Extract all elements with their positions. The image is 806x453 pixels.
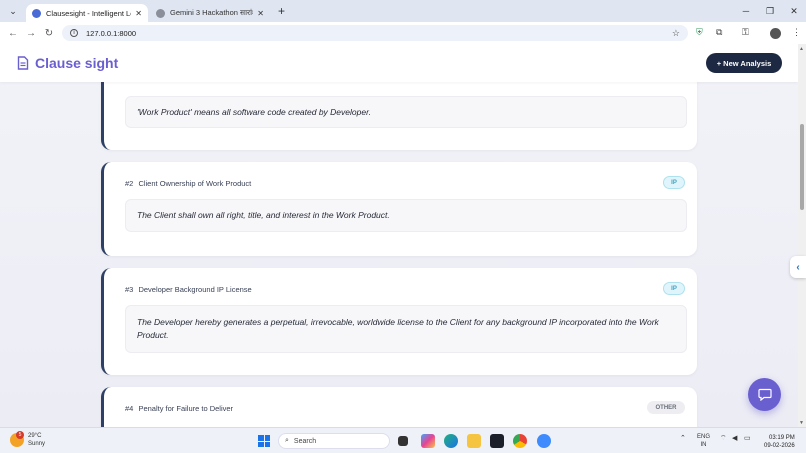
tab-gemini[interactable]: Gemini 3 Hackathon सारांश ✕ <box>150 4 270 22</box>
taskbar-search[interactable]: ⌕ Search <box>278 433 390 449</box>
extensions-icon[interactable]: ⧉ <box>716 27 722 38</box>
tab-clausesight[interactable]: Clausesight - Intelligent Legal ✕ <box>26 4 148 22</box>
minimize-icon[interactable]: ─ <box>734 0 758 22</box>
browser-tab-bar: ⌄ Clausesight - Intelligent Legal ✕ Gemi… <box>0 0 806 22</box>
clause-title: Penalty for Failure to Deliver <box>138 404 234 413</box>
back-icon[interactable]: ← <box>4 28 22 39</box>
category-badge: IP <box>663 176 685 189</box>
tab-title: Clausesight - Intelligent Legal <box>46 8 131 18</box>
menu-dots-icon[interactable]: ⋮ <box>792 27 801 38</box>
clause-card: #2 Client Ownership of Work Product IP T… <box>101 162 697 256</box>
time: 03:19 PM <box>769 435 795 441</box>
clause-card: #3 Developer Background IP License IP Th… <box>101 268 697 375</box>
tab-title: Gemini 3 Hackathon सारांश <box>170 8 254 17</box>
forward-icon[interactable]: → <box>22 28 40 39</box>
wifi-icon[interactable]: ⌔ <box>720 434 727 443</box>
profile-avatar-icon[interactable] <box>770 28 781 39</box>
chat-button[interactable] <box>748 378 781 411</box>
weather-alert-count: 5 <box>16 431 24 439</box>
globe-icon <box>32 8 41 18</box>
windows-start-icon[interactable] <box>258 435 270 447</box>
chrome-icon[interactable] <box>513 434 527 448</box>
clause-quote: 'Work Product' means all software code c… <box>137 106 371 117</box>
weather-condition: Sunny <box>28 441 46 447</box>
close-tab-icon[interactable]: ✕ <box>135 9 142 18</box>
document-icon <box>17 56 29 70</box>
close-tab-icon[interactable]: ✕ <box>257 9 264 18</box>
clause-header: #2 Client Ownership of Work Product <box>125 179 251 188</box>
clause-quote: The Client shall own all right, title, a… <box>137 210 390 220</box>
windows-taskbar: 5 29°C Sunny ⌕ Search ⌃ ENG IN ⌔ ◀ ▭ 03:… <box>0 427 806 453</box>
window-controls: ─ ❐ ✕ <box>734 0 806 22</box>
search-icon: ⌕ <box>285 437 289 444</box>
page-content: ▔▔▔▔▔▔▔▔▔▔▔▔▔▔▔ 'Work Product' means all… <box>0 44 798 427</box>
clause-title: Client Ownership of Work Product <box>138 179 252 188</box>
copilot-icon[interactable] <box>421 434 435 448</box>
close-window-icon[interactable]: ✕ <box>782 0 806 22</box>
restore-icon[interactable]: ❐ <box>758 0 782 22</box>
chat-icon <box>757 388 772 401</box>
edge-icon[interactable] <box>444 434 458 448</box>
weather-widget[interactable]: 5 29°C Sunny <box>10 431 45 448</box>
file-explorer-icon[interactable] <box>467 434 481 448</box>
reload-icon[interactable]: ↻ <box>40 28 58 39</box>
tray-overflow-icon[interactable]: ⌃ <box>680 434 686 442</box>
site-info-icon[interactable]: i <box>70 29 78 37</box>
search-placeholder: Search <box>293 437 317 445</box>
tab-list-chevron-icon[interactable]: ⌄ <box>4 2 22 20</box>
clause-quote: The Developer hereby generates a perpetu… <box>137 317 659 340</box>
date: 09-02-2026 <box>764 443 795 449</box>
volume-icon[interactable]: ◀ <box>732 434 737 442</box>
language: ENG <box>697 434 711 440</box>
brand-name: Clause sight <box>35 55 119 71</box>
category-badge: OTHER <box>647 401 685 414</box>
weather-text: 29°C Sunny <box>28 432 45 448</box>
clause-text: The Developer hereby generates a perpetu… <box>125 305 687 353</box>
app-header: Clause sight + New Analysis <box>0 44 798 82</box>
category-badge: IP <box>663 282 685 295</box>
scrollbar-thumb[interactable] <box>800 124 804 210</box>
password-key-icon[interactable]: ⚿ <box>742 27 749 38</box>
weather-temp: 29°C <box>28 433 42 439</box>
clause-number: #4 <box>125 404 134 413</box>
clause-text: The Client shall own all right, title, a… <box>125 199 687 232</box>
brand-logo[interactable]: Clause sight <box>17 55 118 71</box>
scroll-down-icon[interactable]: ▼ <box>799 420 804 426</box>
app-a-icon[interactable] <box>490 434 504 448</box>
clause-header: #3 Developer Background IP License <box>125 285 252 294</box>
page-scrollbar[interactable]: ▲ ▼ <box>798 44 806 427</box>
clock[interactable]: 03:19 PM 09-02-2026 <box>764 434 795 450</box>
clause-title: Developer Background IP License <box>138 285 252 294</box>
battery-icon[interactable]: ▭ <box>744 434 751 442</box>
shield-extension-icon[interactable]: ⛨ <box>696 27 703 38</box>
clause-header: #4 Penalty for Failure to Deliver <box>125 404 233 413</box>
sun-icon: 5 <box>10 431 24 447</box>
bookmark-star-icon[interactable]: ☆ <box>672 28 680 39</box>
new-tab-button[interactable]: + <box>278 4 285 18</box>
task-view-icon[interactable] <box>398 436 408 446</box>
globe-icon <box>156 8 165 18</box>
new-analysis-button[interactable]: + New Analysis <box>706 53 782 73</box>
region: IN <box>700 442 707 448</box>
scroll-up-icon[interactable]: ▲ <box>799 46 804 52</box>
side-panel-chevron-icon[interactable]: ‹ <box>790 256 806 278</box>
clause-text: 'Work Product' means all software code c… <box>125 96 687 128</box>
url-bar[interactable]: i 127.0.0.1:8000 ☆ <box>62 25 688 41</box>
language-indicator[interactable]: ENG IN <box>697 433 710 449</box>
clause-number: #2 <box>125 179 134 188</box>
address-toolbar: ← → ↻ i 127.0.0.1:8000 ☆ ⛨ ⧉ ⚿ ⋮ <box>0 22 806 44</box>
browser-app-icon[interactable] <box>537 434 551 448</box>
url-text: 127.0.0.1:8000 <box>86 28 137 38</box>
clause-number: #3 <box>125 285 134 294</box>
clause-card: #4 Penalty for Failure to Deliver OTHER <box>101 387 697 427</box>
